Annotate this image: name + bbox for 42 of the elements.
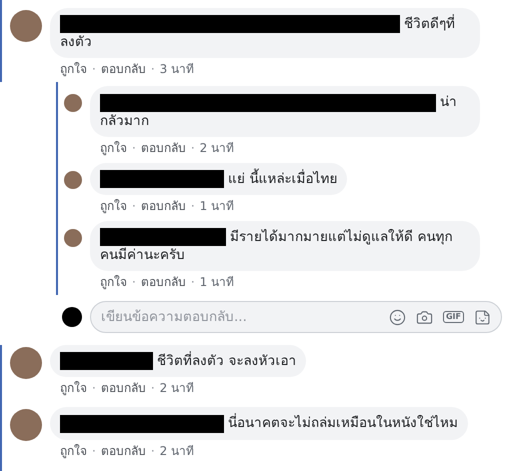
separator: ·	[190, 140, 195, 155]
timestamp[interactable]: 2 นาที	[160, 381, 194, 396]
action-link[interactable]: ตอบกลับ	[100, 444, 146, 458]
reply-field[interactable]: เขียนข้อความตอบกลับ... GIF	[90, 301, 502, 334]
action-link[interactable]: ถูกใจ	[100, 140, 127, 155]
action-link[interactable]: ตอบกลับ	[140, 198, 186, 213]
timestamp[interactable]: 3 นาที	[160, 62, 194, 76]
action-link[interactable]: ถูกใจ	[100, 275, 127, 290]
camera-icon[interactable]	[416, 308, 433, 326]
comment-text: แย่ นี้แหล่ะเมื่อไทย	[100, 170, 338, 188]
comment-text: ชีวิตที่ลงตัว จะลงหัวเอา	[60, 352, 296, 370]
separator: ·	[132, 198, 136, 213]
comment-text: มีรายได้มากมายแต่ไม่ดูแลให้ดี คนทุกคนมีค่านะครับ	[100, 228, 454, 264]
action-link[interactable]: ถูกใจ	[60, 444, 87, 458]
separator: ·	[150, 62, 155, 76]
separator: ·	[150, 444, 155, 458]
timestamp[interactable]: 1 นาที	[200, 275, 234, 290]
action-link[interactable]: ตอบกลับ	[100, 62, 146, 76]
timestamp[interactable]: 1 นาที	[200, 198, 234, 213]
action-link[interactable]: ถูกใจ	[60, 381, 87, 396]
action-link[interactable]: ถูกใจ	[60, 62, 87, 76]
separator: ·	[150, 381, 155, 396]
separator: ·	[132, 140, 136, 155]
comment-text: น่ากลัวมาก	[100, 93, 458, 130]
separator: ·	[190, 198, 195, 213]
separator: ·	[190, 275, 195, 290]
sticker-icon[interactable]	[474, 308, 491, 326]
action-link[interactable]: ตอบกลับ	[140, 275, 186, 290]
emoji-icon[interactable]	[388, 308, 406, 326]
separator: ·	[132, 275, 136, 290]
gif-button[interactable]: GIF	[442, 311, 464, 324]
separator: ·	[92, 444, 96, 458]
separator: ·	[92, 381, 96, 396]
separator: ·	[92, 62, 96, 76]
action-link[interactable]: ถูกใจ	[100, 198, 127, 213]
comment-text: ชีวิตดีๆที่ลงตัว	[60, 15, 456, 52]
action-link[interactable]: ตอบกลับ	[140, 140, 186, 155]
action-link[interactable]: ตอบกลับ	[100, 381, 146, 396]
timestamp[interactable]: 2 นาที	[160, 444, 194, 458]
comment-text: นี่อนาคตจะไม่ถล่มเหมือนในหนังใช่ไหม	[60, 414, 458, 433]
avatar[interactable]	[62, 307, 82, 328]
timestamp[interactable]: 2 นาที	[200, 140, 234, 155]
